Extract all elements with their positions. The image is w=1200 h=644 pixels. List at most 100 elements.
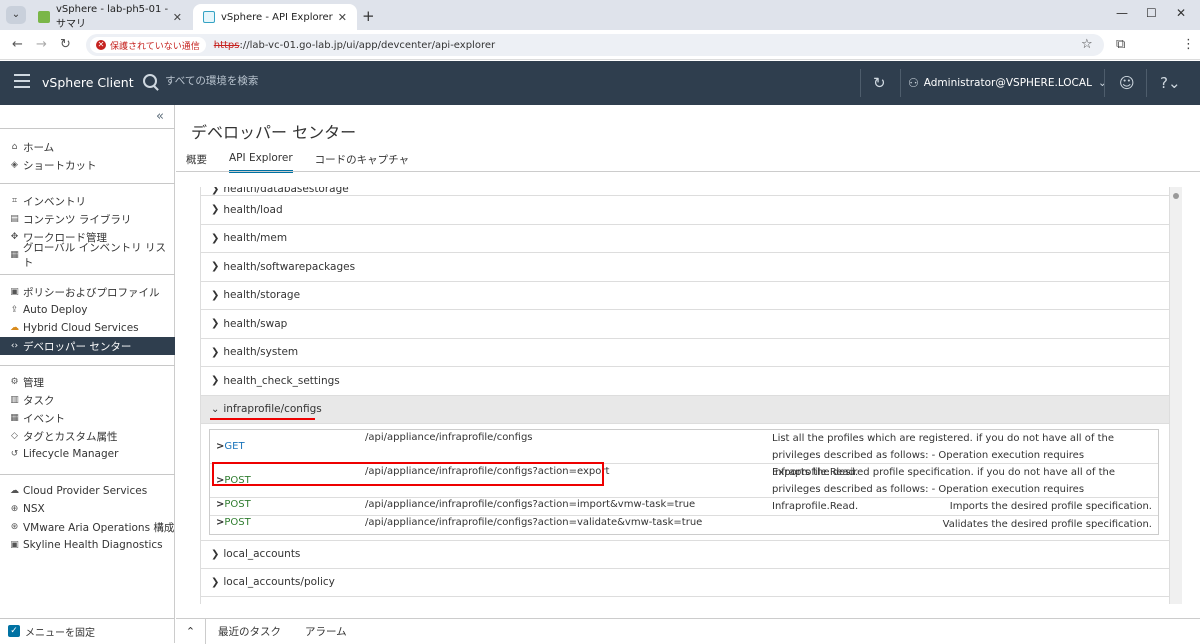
browser-tab-api-explorer[interactable]: vSphere - API Explorer ✕ (193, 4, 357, 30)
vertical-scrollbar[interactable] (1170, 187, 1182, 604)
header-divider (900, 69, 901, 97)
chevron-down-icon: ⌄ (1097, 77, 1107, 89)
list-icon: ▦ (10, 250, 19, 260)
global-search[interactable]: すべての環境を検索 (143, 73, 258, 88)
insecure-badge[interactable]: ✕ 保護されていない通信 (90, 37, 206, 53)
sidebar-item-developer-center[interactable]: ‹› デベロッパー センター (0, 337, 175, 355)
forward-arrow-icon[interactable]: → (36, 37, 47, 52)
brand-name: vSphere Client (42, 75, 134, 90)
tab-overview[interactable]: 概要 (186, 152, 207, 173)
bookmark-star-icon[interactable]: ☆ (1081, 37, 1093, 52)
browser-tab-summary[interactable]: vSphere - lab-ph5-01 - サマリ ✕ (28, 4, 192, 30)
operation-row[interactable]: >POST /api/appliance/infraprofile/config… (210, 516, 1158, 534)
policy-icon: ▣ (10, 287, 19, 297)
sidebar-item-tasks[interactable]: ▥ タスク (0, 391, 175, 409)
api-row[interactable]: ❯ health/mem (201, 225, 1169, 253)
sidebar-item-skyline[interactable]: ▣ Skyline Health Diagnostics (0, 536, 175, 554)
sidebar-group-services: ☁ Cloud Provider Services ⊕ NSX ⊛ VMware Ar… (0, 474, 175, 554)
recent-tasks-tab[interactable]: 最近のタスク (218, 624, 281, 639)
chevron-down-icon: ⌄ (211, 403, 220, 415)
sidebar-item-global-inventory[interactable]: ▦ グローバル インベントリ リスト (0, 242, 175, 269)
sidebar-item-hybrid-cloud[interactable]: ☁ Hybrid Cloud Services (0, 319, 175, 337)
sidebar-item-policies[interactable]: ▣ ポリシーおよびプロファイル (0, 283, 175, 301)
api-row[interactable]: ❯ health/swap (201, 310, 1169, 339)
api-row-expanded[interactable]: ⌄ infraprofile/configs (201, 395, 1169, 424)
chevron-right-icon: ❯ (211, 375, 220, 387)
reload-icon[interactable]: ↻ (60, 37, 71, 52)
refresh-icon[interactable]: ↻ (873, 74, 886, 92)
sidebar-navigation: « ⌂ ホーム ◈ ショートカット ⌗ インベントリ ▤ コンテンツ ライブラリ ✥ ワー… (0, 105, 175, 643)
api-row[interactable]: ❯ health_check_settings (201, 367, 1169, 396)
minimize-icon[interactable]: — (1116, 6, 1128, 20)
chevron-right-icon: ❯ (211, 232, 220, 244)
api-row[interactable]: ❯ health/system (201, 339, 1169, 367)
sidebar-item-inventory[interactable]: ⌗ インベントリ (0, 192, 175, 210)
sidebar-item-events[interactable]: ▦ イベント (0, 409, 175, 427)
red-underline-annotation (210, 418, 315, 420)
api-row[interactable]: ❯ health/softwarepackages (201, 253, 1169, 282)
sidebar-item-aria[interactable]: ⊛ VMware Aria Operations 構成 (0, 518, 175, 536)
url-omnibox[interactable]: ✕ 保護されていない通信 https://lab-vc-01.go-lab.jp… (86, 34, 1104, 56)
chevron-right-icon: ❯ (211, 576, 220, 588)
chevron-right-icon: ❯ (211, 289, 220, 301)
pin-menu-toggle[interactable]: ✓ メニューを固定 (0, 618, 175, 643)
operation-row[interactable]: >POST /api/appliance/infraprofile/config… (210, 498, 1158, 516)
tab-title: vSphere - API Explorer (221, 11, 333, 23)
operation-row[interactable]: >GET /api/appliance/infraprofile/configs… (210, 430, 1158, 478)
sidebar-item-tags[interactable]: ◇ タグとカスタム属性 (0, 427, 175, 445)
api-row[interactable]: ❯ local_accounts/policy (201, 569, 1169, 597)
checkbox-checked-icon[interactable]: ✓ (8, 625, 20, 637)
url-scheme: https (213, 39, 240, 51)
sidebar-item-shortcuts[interactable]: ◈ ショートカット (0, 156, 175, 174)
api-row[interactable]: ❯ health/storage (201, 282, 1169, 310)
sidebar-item-nsx[interactable]: ⊕ NSX (0, 500, 175, 518)
user-menu[interactable]: ⚇ Administrator@VSPHERE.LOCAL ⌄ (908, 76, 1107, 90)
alarms-tab[interactable]: アラーム (305, 624, 347, 639)
operation-method: >POST (216, 517, 251, 528)
extensions-puzzle-icon[interactable]: ⧉ (1116, 37, 1125, 52)
page-tabs: 概要 API Explorer コードのキャプチャ (186, 152, 431, 173)
close-icon[interactable]: ✕ (338, 11, 347, 24)
sidebar-item-admin[interactable]: ⚙ 管理 (0, 373, 175, 391)
sidebar-item-content-library[interactable]: ▤ コンテンツ ライブラリ (0, 210, 175, 228)
sidebar-item-auto-deploy[interactable]: ⇪ Auto Deploy (0, 301, 175, 319)
operation-path: /api/appliance/infraprofile/configs (365, 432, 533, 443)
window-close-icon[interactable]: ✕ (1176, 6, 1186, 20)
sidebar-item-cloud-provider[interactable]: ☁ Cloud Provider Services (0, 482, 175, 500)
api-row[interactable]: ❯ health/load (201, 196, 1169, 225)
chevron-right-icon: ❯ (211, 261, 220, 273)
home-icon: ⌂ (11, 142, 18, 152)
api-row[interactable]: ❯ health/databasestorage (201, 187, 1169, 196)
app-header: vSphere Client すべての環境を検索 ↻ ⚇ Administrat… (0, 61, 1200, 105)
hamburger-menu-icon[interactable] (14, 74, 30, 88)
new-tab-plus-icon[interactable]: + (362, 7, 375, 25)
url-text[interactable]: https://lab-vc-01.go-lab.jp/ui/app/devce… (214, 40, 495, 51)
aria-icon: ⊛ (10, 522, 19, 532)
feedback-smiley-icon[interactable]: ☺ (1119, 74, 1135, 92)
sidebar-item-label: 管理 (23, 376, 44, 389)
sidebar-item-lifecycle[interactable]: ↺ Lifecycle Manager (0, 445, 175, 463)
sidebar-item-home[interactable]: ⌂ ホーム (0, 138, 175, 156)
help-icon[interactable]: ?⌄ (1160, 74, 1181, 92)
scrollbar-thumb[interactable] (1173, 193, 1179, 199)
tab-code-capture[interactable]: コードのキャプチャ (315, 152, 409, 173)
back-arrow-icon[interactable]: ← (12, 37, 23, 52)
cloud-icon: ☁ (10, 323, 19, 333)
maximize-icon[interactable]: ☐ (1146, 6, 1157, 20)
expand-panel-chevron-icon[interactable]: ⌃ (176, 618, 206, 644)
sidebar-item-label: タスク (23, 394, 55, 407)
api-row-label: health/system (223, 346, 299, 359)
api-list: ❯ health/databasestorage ❯ health/load ❯ he… (200, 187, 1170, 604)
skyline-icon: ▣ (10, 540, 19, 550)
collapse-sidebar-icon[interactable]: « (156, 109, 164, 124)
api-row-label: health_check_settings (223, 374, 340, 387)
tab-api-explorer[interactable]: API Explorer (229, 152, 293, 173)
close-icon[interactable]: ✕ (173, 11, 182, 24)
sidebar-group-policies: ▣ ポリシーおよびプロファイル ⇪ Auto Deploy ☁ Hybrid Clou… (0, 274, 175, 355)
library-icon: ▤ (10, 214, 19, 224)
tab-search-chevron-icon[interactable]: ⌄ (6, 6, 26, 24)
method-label: POST (224, 499, 251, 510)
operation-row[interactable]: >POST /api/appliance/infraprofile/config… (210, 462, 1158, 512)
browser-menu-icon[interactable]: ⋮ (1182, 37, 1195, 52)
api-row[interactable]: ❯ local_accounts (201, 540, 1169, 569)
